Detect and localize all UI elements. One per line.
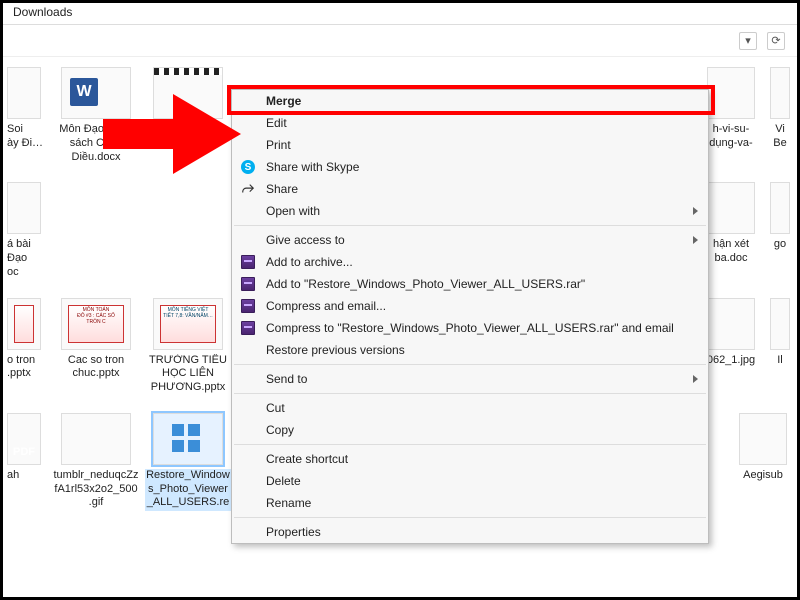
file-label: Restore_Windows_Photo_Viewer_ALL_USERS.r…: [145, 469, 231, 511]
menu-item-edit[interactable]: Edit: [232, 112, 708, 134]
menu-item-add-rar[interactable]: Add to "Restore_Windows_Photo_Viewer_ALL…: [232, 273, 708, 295]
menu-item-send-to[interactable]: Send to: [232, 368, 708, 390]
menu-item-add-archive[interactable]: Add to archive...: [232, 251, 708, 273]
file-label: TRƯỜNG TIỂU HỌC LIÊN PHƯƠNG.pptx: [145, 354, 231, 395]
menu-item-open-with[interactable]: Open with: [232, 200, 708, 222]
file-label: Môn Đạo đức - sách Cánh Diều.docx: [53, 123, 139, 164]
file-label: Il: [777, 354, 783, 368]
menu-item-properties[interactable]: Properties: [232, 521, 708, 543]
refresh-button[interactable]: ⟳: [767, 32, 785, 50]
file-item[interactable]: 062_1.jpg: [701, 298, 761, 395]
menu-item-rename[interactable]: Rename: [232, 492, 708, 514]
file-item[interactable]: Vi Be: [767, 67, 793, 164]
file-label: hận xét ba.doc: [713, 238, 749, 266]
skype-icon: S: [240, 159, 256, 175]
menu-separator: [234, 364, 706, 365]
menu-item-compress-email[interactable]: Compress and email...: [232, 295, 708, 317]
file-item[interactable]: go: [767, 182, 793, 279]
file-item[interactable]: Aegisub: [733, 413, 793, 511]
file-label: h-vi-su- dụng-va-: [709, 123, 752, 151]
file-label: Cac so tron chuc.pptx: [53, 354, 139, 382]
file-item[interactable]: hận xét ba.doc: [701, 182, 761, 279]
menu-separator: [234, 225, 706, 226]
file-item[interactable]: á bài Đạo oc: [7, 182, 47, 279]
file-item[interactable]: Soi ày Đi…: [7, 67, 47, 164]
menu-item-restore-previous[interactable]: Restore previous versions: [232, 339, 708, 361]
pptx-icon: MÔN TIẾNG VIỆT TIẾT 7,8: VẦN/NĂM…: [153, 298, 223, 350]
menu-separator: [234, 517, 706, 518]
app-icon: [739, 413, 787, 465]
reg-icon: [153, 413, 223, 465]
menu-item-share-skype[interactable]: S Share with Skype: [232, 156, 708, 178]
file-label: ah: [7, 469, 19, 483]
winrar-icon: [240, 276, 256, 292]
doc-icon: [7, 182, 41, 234]
menu-item-delete[interactable]: Delete: [232, 470, 708, 492]
file-label: tumblr_neduqcZzfA1rl53x2o2_500.gif: [53, 469, 139, 510]
image-icon: [707, 182, 755, 234]
menu-separator: [234, 444, 706, 445]
file-label: Aegisub: [743, 469, 783, 483]
file-label: o tron .pptx: [7, 354, 35, 382]
menu-item-merge[interactable]: Merge: [232, 90, 708, 112]
file-item[interactable]: tumblr_neduqcZzfA1rl53x2o2_500.gif: [53, 413, 139, 511]
generic-icon: [770, 67, 790, 119]
window-title: Downloads: [13, 5, 72, 19]
menu-item-print[interactable]: Print: [232, 134, 708, 156]
gif-icon: [61, 413, 131, 465]
image-icon: [707, 298, 755, 350]
file-label: Soi ày Đi…: [7, 123, 43, 151]
view-dropdown-button[interactable]: ▾: [739, 32, 757, 50]
menu-separator: [234, 393, 706, 394]
generic-icon: [770, 182, 790, 234]
pdf-icon: [7, 413, 41, 465]
file-item-selected[interactable]: Restore_Windows_Photo_Viewer_ALL_USERS.r…: [145, 413, 231, 511]
winrar-icon: [240, 320, 256, 336]
file-item[interactable]: MÔN TOÁN ĐÔ #3 : CÁC SỐ TRÒN C Cac so tr…: [53, 298, 139, 395]
toolbar: ▾ ⟳: [3, 25, 797, 57]
file-item[interactable]: MÔN TIẾNG VIỆT TIẾT 7,8: VẦN/NĂM… TRƯỜNG…: [145, 298, 231, 395]
file-item[interactable]: ah: [7, 413, 47, 511]
context-menu: Merge Edit Print S Share with Skype Shar…: [231, 89, 709, 544]
generic-icon: [770, 298, 790, 350]
winrar-icon: [240, 298, 256, 314]
window-titlebar: Downloads: [3, 3, 797, 25]
image-icon: [707, 67, 755, 119]
file-item[interactable]: o tron .pptx: [7, 298, 47, 395]
file-item[interactable]: Il: [767, 298, 793, 395]
share-icon: [240, 181, 256, 197]
menu-item-copy[interactable]: Copy: [232, 419, 708, 441]
docx-icon: [61, 67, 131, 119]
pptx-icon: MÔN TOÁN ĐÔ #3 : CÁC SỐ TRÒN C: [61, 298, 131, 350]
file-item[interactable]: videoplayback.mp4: [145, 67, 231, 164]
menu-item-cut[interactable]: Cut: [232, 397, 708, 419]
file-label: Vi Be: [773, 123, 786, 151]
file-item[interactable]: Môn Đạo đức - sách Cánh Diều.docx: [53, 67, 139, 164]
file-label: 062_1.jpg: [707, 354, 755, 368]
image-icon: [7, 67, 41, 119]
menu-item-share[interactable]: Share: [232, 178, 708, 200]
file-item[interactable]: h-vi-su- dụng-va-: [701, 67, 761, 164]
file-label: go: [774, 238, 786, 252]
video-icon: [153, 67, 223, 119]
file-label: á bài Đạo oc: [7, 238, 31, 279]
winrar-icon: [240, 254, 256, 270]
menu-item-create-shortcut[interactable]: Create shortcut: [232, 448, 708, 470]
pptx-icon: [7, 298, 41, 350]
file-label: videoplayback.mp4: [145, 123, 231, 151]
menu-item-give-access[interactable]: Give access to: [232, 229, 708, 251]
menu-item-compress-rar-email[interactable]: Compress to "Restore_Windows_Photo_Viewe…: [232, 317, 708, 339]
